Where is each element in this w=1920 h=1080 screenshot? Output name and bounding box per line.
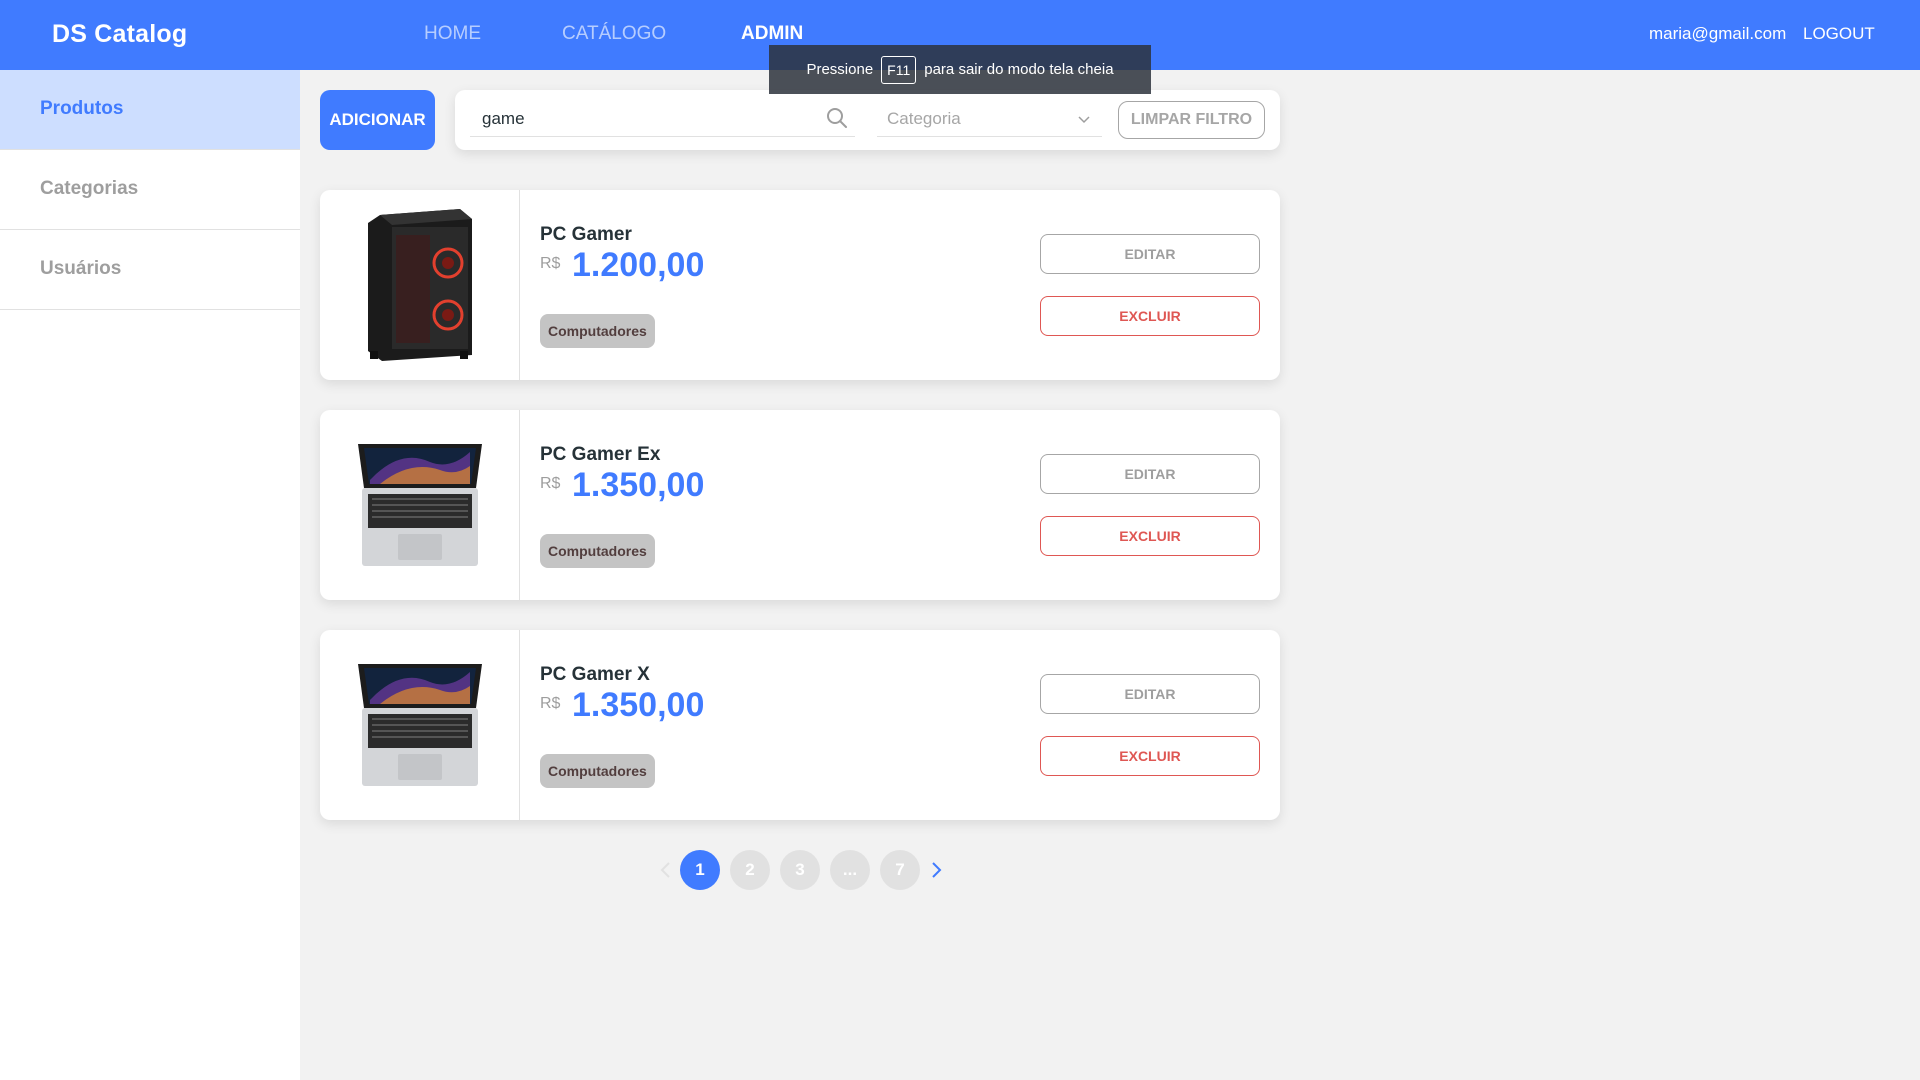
sidebar-item-label: Usuários	[40, 258, 122, 279]
user-email: maria@gmail.com	[1649, 24, 1787, 43]
product-name: PC Gamer Ex	[540, 444, 661, 465]
category-badge: Computadores	[540, 314, 655, 348]
product-name: PC Gamer X	[540, 664, 650, 685]
page-button[interactable]: 7	[880, 850, 920, 890]
delete-button[interactable]: EXCLUIR	[1040, 736, 1260, 776]
laptop-image	[357, 664, 482, 786]
page-button[interactable]: 2	[730, 850, 770, 890]
edit-button[interactable]: EDITAR	[1040, 674, 1260, 714]
fullscreen-toast: Pressione F11 para sair do modo tela che…	[769, 45, 1151, 94]
category-select[interactable]: Categoria	[877, 102, 1102, 137]
edit-button[interactable]: EDITAR	[1040, 454, 1260, 494]
sidebar-item-categorias[interactable]: Categorias	[0, 150, 300, 230]
sidebar-item-label: Produtos	[40, 98, 124, 119]
clear-filter-button[interactable]: LIMPAR FILTRO	[1118, 101, 1265, 139]
category-badge: Computadores	[540, 534, 655, 568]
key-hint: F11	[881, 55, 917, 84]
pc-tower-image	[367, 209, 472, 361]
page-button[interactable]: 1	[680, 850, 720, 890]
product-card: PC Gamer R$ 1.200,00 Computadores EDITAR…	[320, 190, 1280, 380]
nav-admin-link[interactable]: ADMIN	[741, 23, 803, 45]
search-field	[470, 102, 855, 137]
search-input[interactable]	[482, 105, 812, 133]
sidebar-item-usuarios[interactable]: Usuários	[0, 230, 300, 310]
product-name: PC Gamer	[540, 224, 632, 245]
pagination: 1 2 3 ... 7	[656, 850, 946, 890]
add-product-button[interactable]: ADICIONAR	[320, 90, 435, 150]
search-icon[interactable]	[825, 106, 849, 130]
category-placeholder: Categoria	[887, 109, 961, 128]
product-card: PC Gamer X R$ 1.350,00 Computadores EDIT…	[320, 630, 1280, 820]
product-price: 1.350,00	[572, 466, 705, 504]
toast-text-after: para sair do modo tela cheia	[924, 61, 1114, 78]
product-currency: R$	[540, 475, 561, 492]
product-image-box	[320, 190, 520, 380]
brand-logo[interactable]: DS Catalog	[52, 20, 187, 49]
logout-link[interactable]: LOGOUT	[1803, 24, 1875, 44]
edit-button[interactable]: EDITAR	[1040, 234, 1260, 274]
nav-catalog-link[interactable]: CATÁLOGO	[562, 23, 666, 45]
page-button[interactable]: 3	[780, 850, 820, 890]
delete-button[interactable]: EXCLUIR	[1040, 516, 1260, 556]
product-image-box	[320, 410, 520, 600]
filter-bar: Categoria LIMPAR FILTRO	[455, 90, 1280, 150]
product-card: PC Gamer Ex R$ 1.350,00 Computadores EDI…	[320, 410, 1280, 600]
sidebar-item-produtos[interactable]: Produtos	[0, 70, 300, 150]
chevron-down-icon	[1078, 116, 1090, 124]
product-price: 1.200,00	[572, 246, 705, 284]
laptop-image	[357, 444, 482, 566]
category-badge: Computadores	[540, 754, 655, 788]
chevron-left-icon[interactable]	[656, 860, 676, 880]
product-currency: R$	[540, 255, 561, 272]
product-price: 1.350,00	[572, 686, 705, 724]
chevron-right-icon[interactable]	[926, 860, 946, 880]
product-image-box	[320, 630, 520, 820]
nav-home-link[interactable]: HOME	[424, 23, 481, 45]
admin-sidebar: Produtos Categorias Usuários	[0, 70, 300, 1080]
product-currency: R$	[540, 695, 561, 712]
toast-text-before: Pressione	[806, 61, 874, 78]
page-ellipsis: ...	[830, 850, 870, 890]
sidebar-item-label: Categorias	[40, 178, 139, 199]
delete-button[interactable]: EXCLUIR	[1040, 296, 1260, 336]
